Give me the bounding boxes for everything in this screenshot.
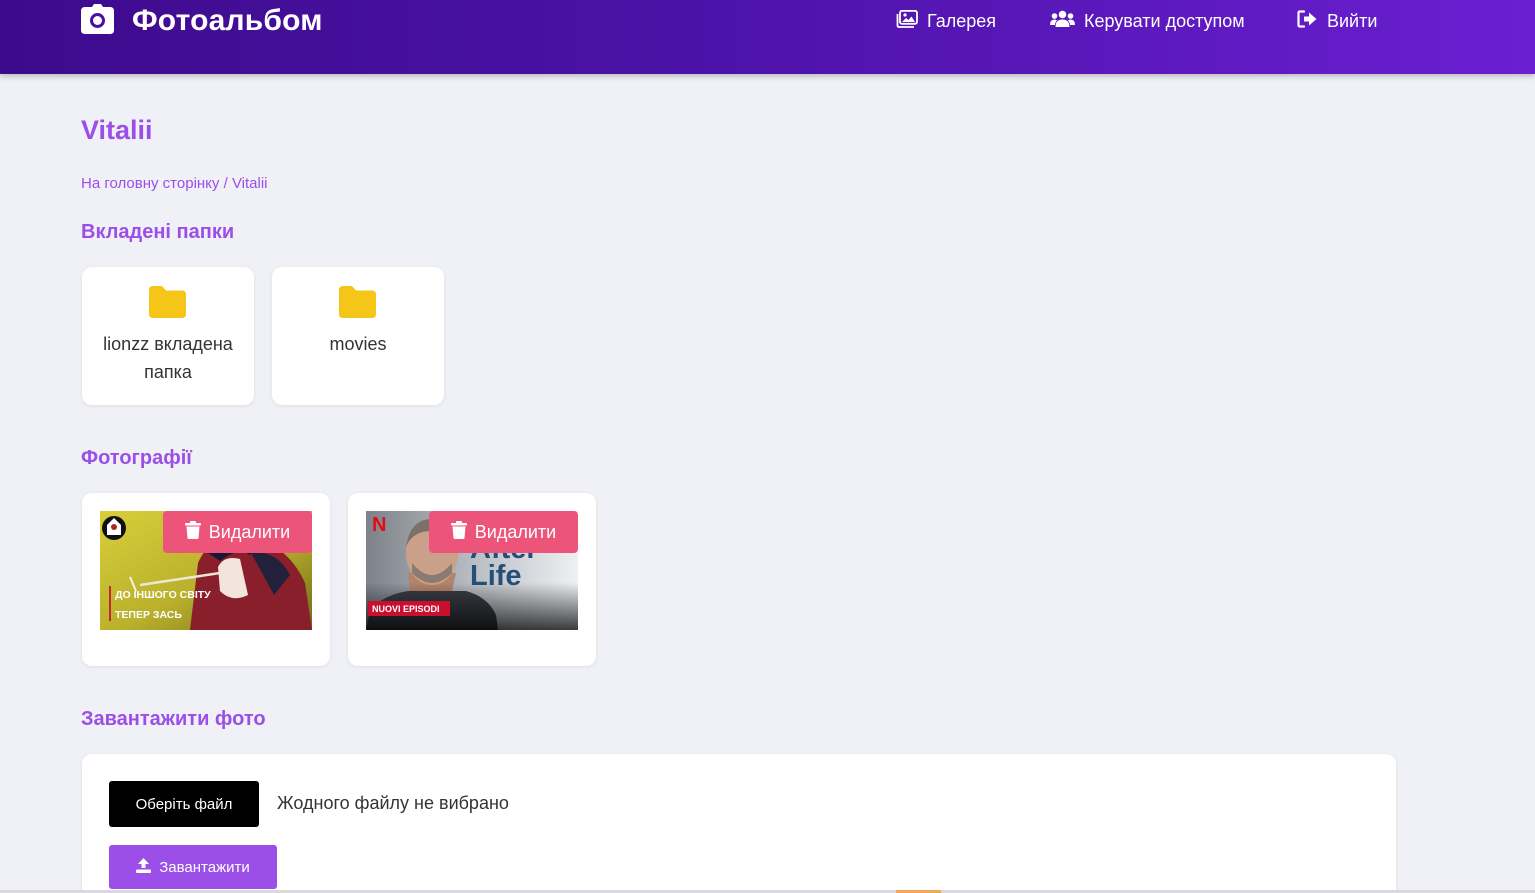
upload-submit-button[interactable]: Завантажити <box>109 845 277 889</box>
thumb-caption-line1: ДО ІНШОГО СВІТУ <box>115 589 211 601</box>
nav-logout[interactable]: Вийти <box>1297 9 1377 33</box>
photo-card: N After Life NUOVI EPISODI Видалити <box>348 493 596 666</box>
folder-icon <box>149 286 186 323</box>
file-status-text: Жодного файлу не вибрано <box>277 793 509 813</box>
top-navbar: Фотоальбом Галерея Керувати доступом Вий… <box>0 0 1535 74</box>
breadcrumb-home-link[interactable]: На головну сторінку <box>81 175 219 192</box>
photos-heading: Фотографії <box>81 447 192 469</box>
thumb-caption-line2: ТЕПЕР ЗАСЬ <box>115 609 182 621</box>
breadcrumb-current: Vitalii <box>231 175 268 192</box>
folder-name: movies <box>329 334 387 354</box>
upload-submit-label: Завантажити <box>159 858 250 876</box>
breadcrumb-separator: / <box>223 175 228 192</box>
nav-logout-label: Вийти <box>1327 10 1378 31</box>
photo-card: ДО ІНШОГО СВІТУ ТЕПЕР ЗАСЬ Видалити <box>82 493 330 666</box>
netflix-logo: N <box>372 514 386 536</box>
upload-heading: Завантажити фото <box>81 708 266 730</box>
sign-out-icon <box>1297 9 1318 33</box>
folder-name: lionzz вкладена папка <box>103 334 233 382</box>
upload-icon <box>136 857 152 877</box>
upload-form: Оберіть файл Жодного файлу не вибрано За… <box>82 754 1396 893</box>
camera-icon <box>81 3 114 39</box>
folder-icon <box>339 286 376 323</box>
delete-photo-label: Видалити <box>208 521 291 542</box>
delete-photo-label: Видалити <box>474 521 557 542</box>
folder-card[interactable]: movies <box>272 267 444 405</box>
folder-card[interactable]: lionzz вкладена папка <box>82 267 254 405</box>
thumb-title-line2: Life <box>470 560 522 592</box>
nav-manage-access-label: Керувати доступом <box>1084 10 1245 31</box>
brand[interactable]: Фотоальбом <box>81 3 323 39</box>
nav-manage-access[interactable]: Керувати доступом <box>1050 9 1245 33</box>
breadcrumb: На головну сторінку / Vitalii <box>81 175 268 192</box>
images-icon <box>896 9 918 33</box>
delete-photo-button[interactable]: Видалити <box>163 511 312 553</box>
page-title: Vitalii <box>81 115 153 145</box>
delete-photo-button[interactable]: Видалити <box>429 511 578 553</box>
subfolders-heading: Вкладені папки <box>81 221 235 243</box>
brand-title: Фотоальбом <box>132 4 323 37</box>
trash-icon <box>184 520 201 544</box>
choose-file-button[interactable]: Оберіть файл <box>109 781 259 827</box>
thumb-badge: NUOVI EPISODI <box>372 604 440 614</box>
users-icon <box>1050 10 1075 33</box>
nav-gallery-label: Галерея <box>927 10 997 31</box>
nav-gallery[interactable]: Галерея <box>896 9 996 33</box>
trash-icon <box>450 520 467 544</box>
